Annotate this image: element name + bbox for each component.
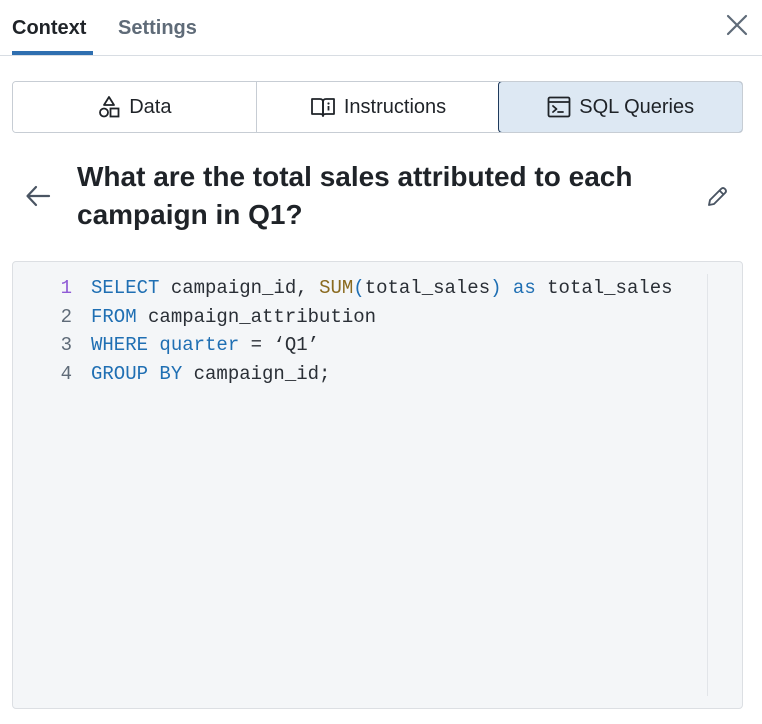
tab-settings[interactable]: Settings	[118, 14, 197, 42]
active-tab-indicator	[12, 51, 93, 55]
code-token: SELECT	[91, 277, 160, 299]
code-token: FROM	[91, 305, 137, 328]
code-token: )	[490, 277, 502, 299]
code-token: quarter	[159, 334, 240, 357]
context-segmented-control: Data Instructions SQL Queries	[12, 81, 743, 133]
segment-sql-queries-label: SQL Queries	[579, 95, 695, 118]
segment-sql-queries[interactable]: SQL Queries	[498, 82, 742, 132]
code-token: campaign_id,	[159, 277, 320, 299]
code-token: GROUP BY	[91, 363, 183, 386]
code-line: 3 WHERE quarter = ‘Q1’	[13, 331, 673, 360]
arrow-left-icon	[26, 185, 51, 207]
book-info-icon	[310, 98, 335, 117]
segment-instructions[interactable]: Instructions	[255, 82, 500, 132]
code-token: campaign_id;	[182, 363, 331, 386]
close-icon	[726, 14, 748, 36]
segment-instructions-label: Instructions	[343, 95, 447, 118]
code-line: 2 FROM campaign_attribution	[13, 303, 673, 332]
shapes-icon	[99, 96, 120, 118]
line-number: 2	[60, 305, 72, 328]
close-button[interactable]	[720, 8, 754, 42]
editor-scrollbar[interactable]	[707, 274, 708, 696]
code-token: total_sales	[535, 277, 673, 299]
code-token: campaign_attribution	[136, 305, 377, 328]
edit-query-button[interactable]	[702, 182, 732, 212]
line-number: 3	[60, 334, 72, 357]
tab-context[interactable]: Context	[12, 14, 86, 42]
line-number: 4	[60, 363, 72, 386]
code-token: total_sales	[364, 277, 491, 299]
code-line: 4 GROUP BY campaign_id;	[13, 360, 673, 389]
code-line: 1 SELECT campaign_id, SUM(total_sales) as…	[13, 274, 673, 303]
query-question-title: What are the total sales attributed to e…	[77, 161, 633, 230]
code-token: (	[353, 277, 365, 299]
tab-bar: Context Settings	[0, 0, 762, 56]
line-number: 1	[60, 277, 72, 299]
pencil-icon	[708, 187, 727, 206]
code-token: WHERE	[91, 334, 149, 357]
segment-data[interactable]: Data	[13, 82, 256, 132]
code-token: as	[512, 277, 536, 299]
back-button[interactable]	[22, 180, 54, 212]
code-lines: 1 SELECT campaign_id, SUM(total_sales) as…	[13, 274, 673, 389]
sql-code-editor[interactable]: 1 SELECT campaign_id, SUM(total_sales) as…	[12, 261, 743, 709]
code-token: = ‘Q1’	[239, 334, 320, 357]
segment-data-label: Data	[129, 95, 172, 118]
terminal-icon	[547, 96, 571, 118]
code-token: SUM	[319, 277, 354, 299]
